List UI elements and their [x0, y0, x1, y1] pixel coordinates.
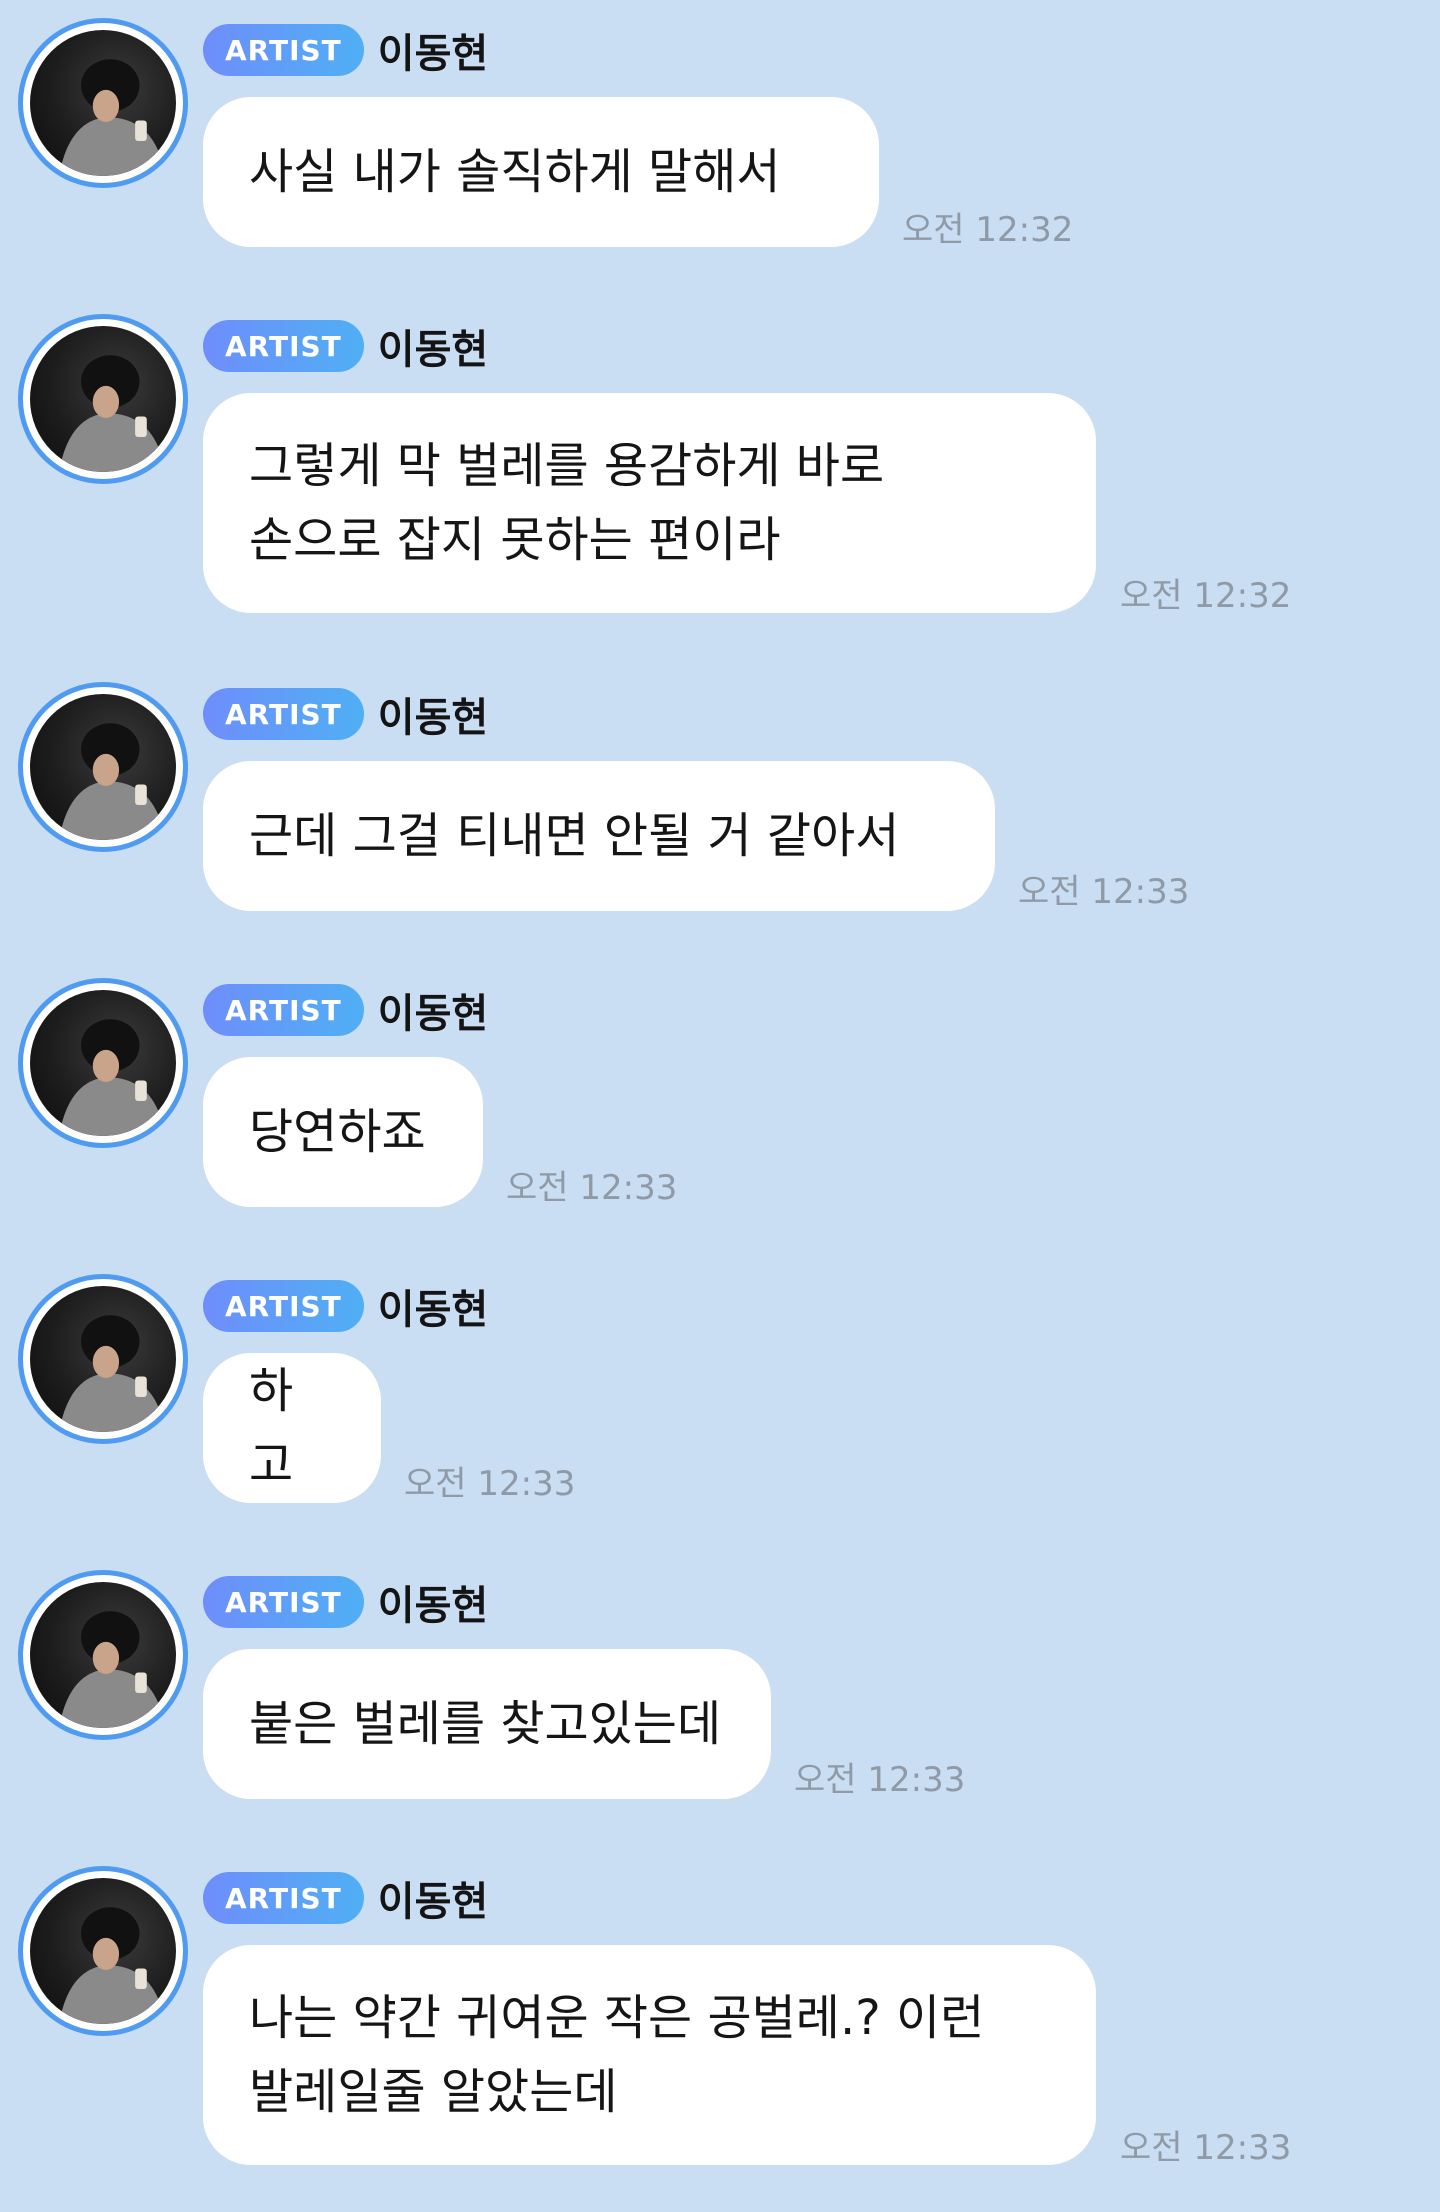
avatar[interactable]: [18, 18, 188, 188]
profile-photo-icon: [30, 990, 176, 1136]
sender-name[interactable]: 이동현: [378, 685, 488, 743]
message-bubble[interactable]: 그렇게 막 벌레를 용감하게 바로 손으로 잡지 못하는 편이라: [203, 393, 1096, 613]
timestamp: 오전 12:33: [404, 1464, 576, 1504]
message-text: 사실 내가 솔직하게 말해서: [249, 144, 781, 200]
message-text: 붙은 벌레를 찾고있는데: [249, 1696, 722, 1752]
avatar[interactable]: [18, 978, 188, 1148]
message-bubble[interactable]: 나는 약간 귀여운 작은 공벌레.? 이런 발레일줄 알았는데: [203, 1945, 1096, 2165]
message-text: 나는 약간 귀여운 작은 공벌레.? 이런 발레일줄 알았는데: [249, 1990, 985, 2120]
message-text: 근데 그걸 티내면 안될 거 같아서: [249, 808, 900, 864]
artist-badge: ARTIST: [203, 24, 364, 76]
timestamp: 오전 12:33: [506, 1168, 678, 1208]
timestamp: 오전 12:33: [794, 1760, 966, 1800]
sender-name[interactable]: 이동현: [378, 1573, 488, 1631]
message-row: ARTIST 이동현 당연하죠 오전 12:33: [0, 960, 1440, 1240]
sender-name[interactable]: 이동현: [378, 1277, 488, 1335]
message-row: ARTIST 이동현 그렇게 막 벌레를 용감하게 바로 손으로 잡지 못하는 …: [0, 296, 1440, 636]
timestamp: 오전 12:32: [1120, 576, 1292, 616]
avatar[interactable]: [18, 314, 188, 484]
profile-photo-icon: [30, 30, 176, 176]
message-text: 하고: [249, 1363, 294, 1493]
message-text: 당연하죠: [249, 1104, 426, 1160]
avatar[interactable]: [18, 1866, 188, 2036]
message-header: ARTIST 이동현: [203, 22, 488, 78]
message-bubble[interactable]: 붙은 벌레를 찾고있는데: [203, 1649, 771, 1799]
message-row: ARTIST 이동현 하고 오전 12:33: [0, 1256, 1440, 1536]
message-header: ARTIST 이동현: [203, 1574, 488, 1630]
artist-badge: ARTIST: [203, 320, 364, 372]
message-row: ARTIST 이동현 나는 약간 귀여운 작은 공벌레.? 이런 발레일줄 알았…: [0, 1848, 1440, 2188]
message-header: ARTIST 이동현: [203, 982, 488, 1038]
message-header: ARTIST 이동현: [203, 1870, 488, 1926]
artist-badge: ARTIST: [203, 1576, 364, 1628]
profile-photo-icon: [30, 1582, 176, 1728]
message-text: 그렇게 막 벌레를 용감하게 바로 손으로 잡지 못하는 편이라: [249, 438, 885, 568]
profile-photo-icon: [30, 694, 176, 840]
timestamp: 오전 12:33: [1120, 2128, 1292, 2168]
artist-badge: ARTIST: [203, 1872, 364, 1924]
sender-name[interactable]: 이동현: [378, 981, 488, 1039]
sender-name[interactable]: 이동현: [378, 21, 488, 79]
sender-name[interactable]: 이동현: [378, 317, 488, 375]
avatar[interactable]: [18, 682, 188, 852]
message-row: ARTIST 이동현 붙은 벌레를 찾고있는데 오전 12:33: [0, 1552, 1440, 1832]
artist-badge: ARTIST: [203, 1280, 364, 1332]
artist-badge: ARTIST: [203, 984, 364, 1036]
message-row: ARTIST 이동현 사실 내가 솔직하게 말해서 오전 12:32: [0, 0, 1440, 280]
avatar[interactable]: [18, 1274, 188, 1444]
message-bubble[interactable]: 근데 그걸 티내면 안될 거 같아서: [203, 761, 995, 911]
message-bubble[interactable]: 하고: [203, 1353, 381, 1503]
avatar[interactable]: [18, 1570, 188, 1740]
message-bubble[interactable]: 사실 내가 솔직하게 말해서: [203, 97, 879, 247]
message-row: ARTIST 이동현 근데 그걸 티내면 안될 거 같아서 오전 12:33: [0, 664, 1440, 944]
message-header: ARTIST 이동현: [203, 1278, 488, 1334]
profile-photo-icon: [30, 1878, 176, 2024]
profile-photo-icon: [30, 326, 176, 472]
message-bubble[interactable]: 당연하죠: [203, 1057, 483, 1207]
timestamp: 오전 12:33: [1018, 872, 1190, 912]
artist-badge: ARTIST: [203, 688, 364, 740]
timestamp: 오전 12:32: [902, 210, 1074, 250]
sender-name[interactable]: 이동현: [378, 1869, 488, 1927]
profile-photo-icon: [30, 1286, 176, 1432]
message-header: ARTIST 이동현: [203, 686, 488, 742]
message-header: ARTIST 이동현: [203, 318, 488, 374]
